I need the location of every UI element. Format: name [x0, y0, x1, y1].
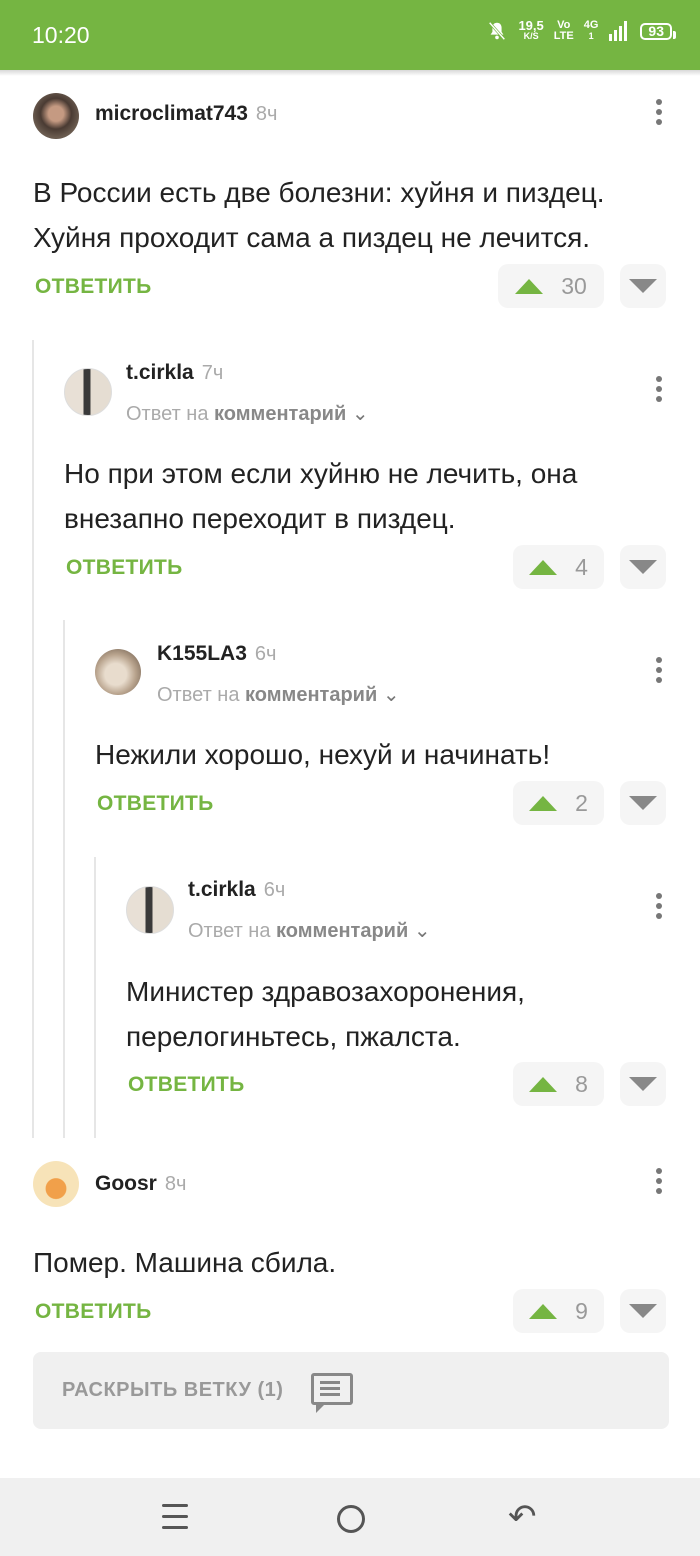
volte-indicator: Vo LTE — [554, 20, 574, 42]
reply-button[interactable]: ОТВЕТИТЬ — [66, 556, 183, 580]
comment-text: Нежили хорошо, нехуй и начинать! — [95, 739, 551, 770]
reply-target[interactable]: комментарий — [245, 684, 377, 706]
vote-count: 9 — [575, 1297, 588, 1324]
comment-menu-button[interactable] — [654, 99, 664, 131]
status-time: 10:20 — [32, 22, 90, 48]
author-name[interactable]: K155LA3 — [157, 642, 247, 665]
thread-line-level-2 — [63, 620, 65, 1138]
downvote-icon — [629, 279, 657, 293]
comment-menu-button[interactable] — [654, 1168, 664, 1200]
downvote-icon — [629, 1304, 657, 1318]
reply-target[interactable]: комментарий — [214, 403, 346, 425]
chevron-down-icon: ⌄ — [413, 920, 431, 942]
comment-menu-button[interactable] — [654, 376, 664, 408]
upvote-icon — [529, 559, 558, 575]
comment-author[interactable]: microclimat743 8ч — [95, 102, 277, 126]
status-icons: 19,5 K/S Vo LTE 4G 1 93 — [486, 18, 676, 42]
upvote-button[interactable]: 4 — [513, 545, 604, 589]
status-bar: 10:20 19,5 K/S Vo LTE 4G 1 93 — [0, 0, 700, 70]
upvote-button[interactable]: 8 — [513, 1062, 604, 1106]
comment-text: В России есть две болезни: хуйня и пизде… — [33, 177, 605, 253]
bell-off-icon — [489, 21, 506, 41]
avatar[interactable] — [95, 649, 141, 695]
network-sub: 1 — [588, 31, 594, 41]
status-shadow — [0, 70, 700, 76]
downvote-icon — [629, 796, 657, 810]
expand-thread-button[interactable]: РАСКРЫТЬ ВЕТКУ (1) — [33, 1352, 669, 1429]
reply-prefix: Ответ на — [126, 403, 209, 425]
reply-prefix: Ответ на — [157, 684, 240, 706]
comment-text: Помер. Машина сбила. — [33, 1247, 337, 1278]
battery-indicator: 93 — [640, 22, 676, 40]
network-speed: 19,5 K/S — [518, 18, 544, 42]
thread-line-level-3 — [94, 857, 96, 1138]
thread-line-level-1 — [32, 340, 34, 1138]
comment-time: 8ч — [255, 103, 278, 125]
author-name[interactable]: t.cirkla — [126, 361, 194, 384]
downvote-icon — [629, 1077, 657, 1091]
comment-bubble-icon — [311, 1373, 353, 1413]
reply-to-link[interactable]: Ответ на комментарий ⌄ — [157, 682, 400, 707]
reply-to-link[interactable]: Ответ на комментарий ⌄ — [188, 918, 431, 943]
upvote-icon — [529, 795, 558, 811]
vote-count: 30 — [561, 272, 587, 299]
comment-author[interactable]: t.cirkla 6ч — [188, 878, 285, 902]
reply-button[interactable]: ОТВЕТИТЬ — [128, 1073, 245, 1097]
reply-prefix: Ответ на — [188, 920, 271, 942]
reply-to-link[interactable]: Ответ на комментарий ⌄ — [126, 401, 369, 426]
navigation-bar: ↶ — [0, 1478, 700, 1556]
back-icon[interactable]: ↶ — [508, 1500, 537, 1534]
downvote-button[interactable] — [620, 1289, 666, 1333]
upvote-button[interactable]: 2 — [513, 781, 604, 825]
upvote-icon — [515, 278, 544, 294]
speed-unit: K/S — [523, 31, 539, 41]
comment-text: Министер здравозахоронения, перелогиньте… — [126, 976, 525, 1052]
downvote-button[interactable] — [620, 545, 666, 589]
comment-time: 6ч — [254, 643, 277, 665]
comment-menu-button[interactable] — [654, 893, 664, 925]
home-icon[interactable] — [337, 1505, 365, 1533]
volte-bottom: LTE — [553, 30, 574, 42]
reply-target[interactable]: комментарий — [276, 920, 408, 942]
chevron-down-icon: ⌄ — [351, 403, 369, 425]
comment-author[interactable]: K155LA3 6ч — [157, 642, 276, 666]
avatar[interactable] — [126, 886, 174, 934]
comment-author[interactable]: t.cirkla 7ч — [126, 361, 223, 385]
vote-count: 2 — [575, 789, 588, 816]
comment-author[interactable]: Goosr 8ч — [95, 1172, 186, 1196]
comment-time: 6ч — [263, 879, 286, 901]
expand-thread-label: РАСКРЫТЬ ВЕТКУ (1) — [62, 1379, 284, 1401]
avatar[interactable] — [64, 368, 112, 416]
downvote-button[interactable] — [620, 781, 666, 825]
vote-count: 8 — [575, 1070, 588, 1097]
upvote-icon — [529, 1076, 558, 1092]
comment-text: Но при этом если хуйню не лечить, она вн… — [64, 458, 578, 534]
upvote-icon — [529, 1303, 558, 1319]
speed-value: 19,5 — [518, 18, 544, 33]
avatar[interactable] — [33, 93, 79, 139]
menu-icon[interactable] — [162, 1504, 188, 1537]
downvote-icon — [629, 560, 657, 574]
author-name[interactable]: microclimat743 — [95, 102, 248, 125]
network-label: 4G — [583, 19, 599, 31]
vote-count: 4 — [575, 553, 588, 580]
comment-menu-button[interactable] — [654, 657, 664, 689]
reply-button[interactable]: ОТВЕТИТЬ — [97, 792, 214, 816]
downvote-button[interactable] — [620, 264, 666, 308]
signal-icon — [609, 21, 628, 41]
reply-button[interactable]: ОТВЕТИТЬ — [35, 275, 152, 299]
author-name[interactable]: t.cirkla — [188, 878, 256, 901]
upvote-button[interactable]: 9 — [513, 1289, 604, 1333]
network-type: 4G 1 — [584, 20, 599, 42]
comment-time: 8ч — [164, 1173, 187, 1195]
downvote-button[interactable] — [620, 1062, 666, 1106]
avatar[interactable] — [33, 1161, 79, 1207]
upvote-button[interactable]: 30 — [498, 264, 604, 308]
chevron-down-icon: ⌄ — [382, 684, 400, 706]
comment-time: 7ч — [201, 362, 224, 384]
reply-button[interactable]: ОТВЕТИТЬ — [35, 1300, 152, 1324]
author-name[interactable]: Goosr — [95, 1172, 157, 1195]
